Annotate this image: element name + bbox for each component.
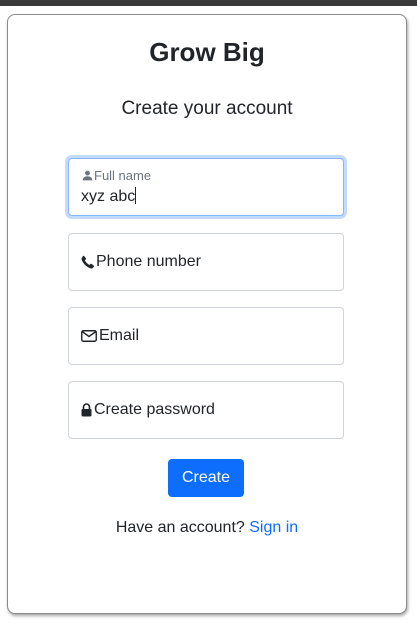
- sign-in-link[interactable]: Sign in: [249, 519, 298, 536]
- password-placeholder: Create password: [94, 401, 215, 418]
- text-caret: [135, 187, 137, 204]
- password-field[interactable]: Create password: [68, 381, 344, 439]
- email-field[interactable]: Email: [68, 307, 344, 365]
- window-top-bar: [0, 0, 417, 6]
- create-button[interactable]: Create: [168, 459, 244, 497]
- have-account-text: Have an account?: [115, 519, 245, 536]
- phone-field[interactable]: Phone number: [68, 233, 344, 291]
- email-placeholder: Email: [99, 327, 140, 344]
- signup-card: Grow Big Create your account Full name x…: [7, 14, 407, 614]
- envelope-icon: [81, 329, 98, 343]
- phone-placeholder: Phone number: [96, 253, 201, 270]
- full-name-field[interactable]: Full name xyz abc: [68, 158, 344, 216]
- phone-icon: [81, 255, 95, 269]
- full-name-value: xyz abc: [81, 188, 136, 205]
- signin-prompt: Have an account? Sign in: [8, 519, 406, 537]
- full-name-label-row: Full name: [82, 168, 151, 183]
- lock-icon: [81, 403, 93, 417]
- brand-title: Grow Big: [149, 37, 265, 67]
- full-name-input[interactable]: xyz abc: [81, 187, 331, 206]
- full-name-label: Full name: [94, 168, 152, 183]
- person-icon: [82, 170, 93, 181]
- page-subtitle: Create your account: [121, 98, 293, 119]
